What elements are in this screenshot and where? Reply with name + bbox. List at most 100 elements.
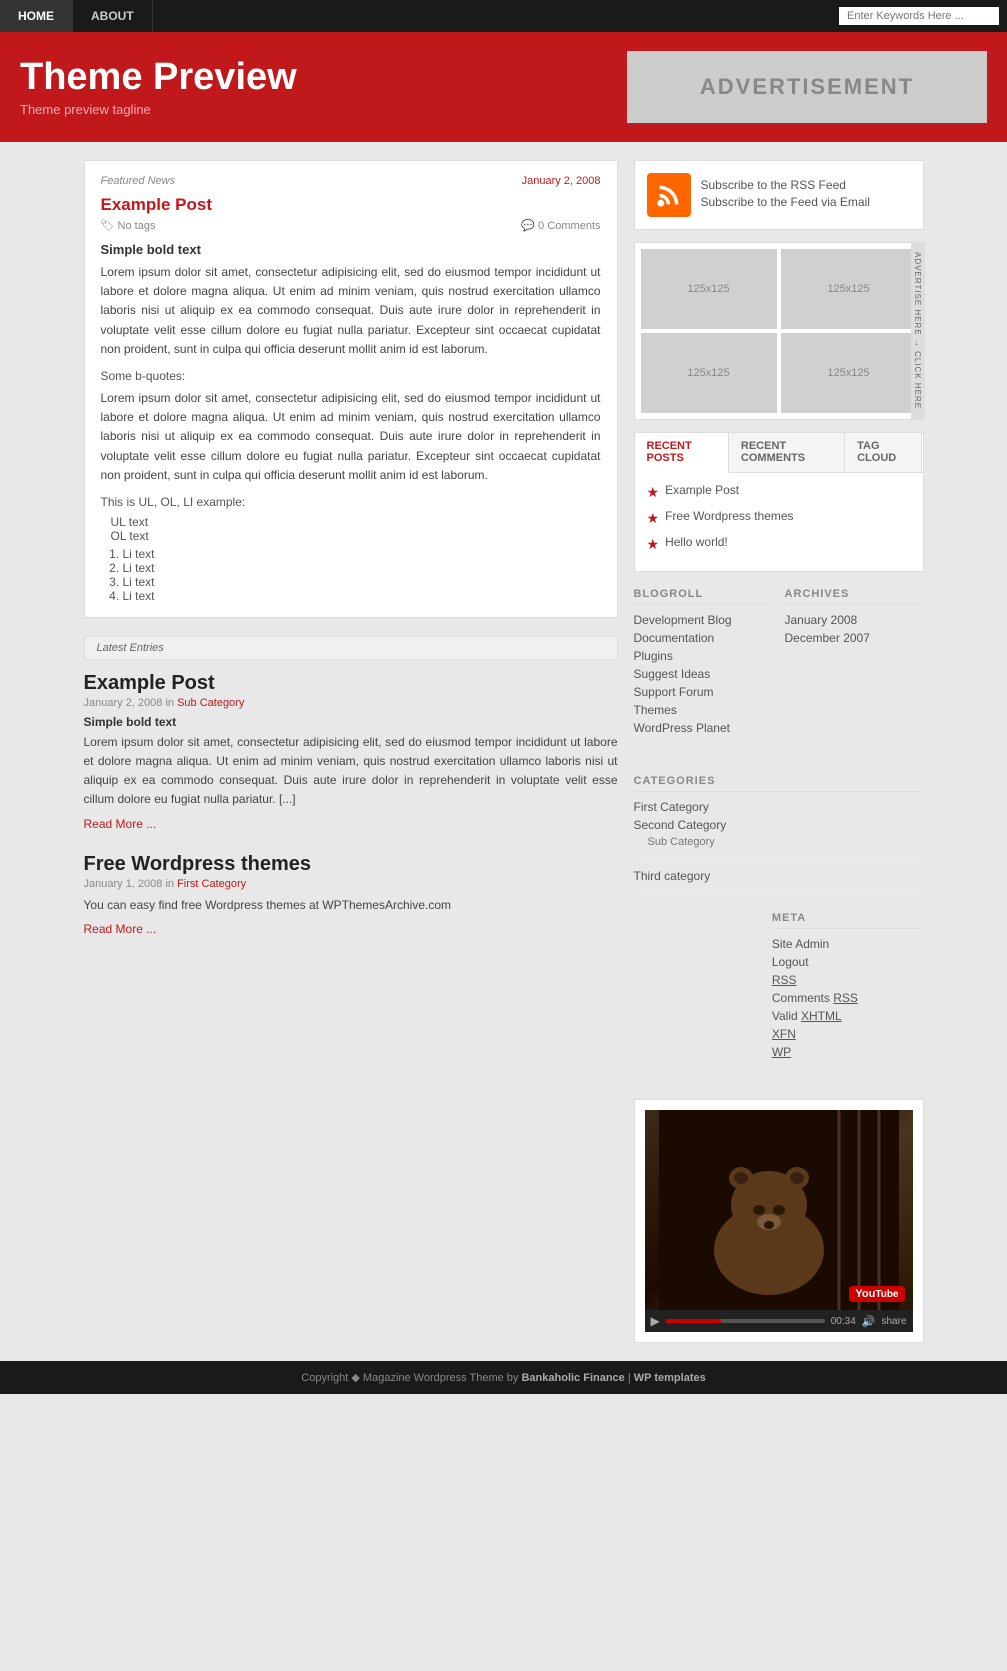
site-tagline: Theme preview tagline (20, 102, 297, 117)
advertise-label[interactable]: ADVERTISE HERE → CLICK HERE (911, 243, 925, 419)
meta-comments-rss[interactable]: Comments RSS (772, 991, 924, 1005)
sidebar: Subscribe to the RSS Feed Subscribe to t… (634, 160, 924, 1343)
blogroll-development[interactable]: Development Blog (634, 613, 773, 627)
post-1-read-more[interactable]: Read More ... (84, 817, 157, 831)
featured-date: January 2, 2008 (522, 175, 601, 187)
footer-brand-link[interactable]: Bankaholic Finance (521, 1372, 624, 1384)
blogroll-title: BLOGROLL (634, 588, 773, 605)
blogroll-suggest-ideas[interactable]: Suggest Ideas (634, 667, 773, 681)
categories-title: CATEGORIES (634, 775, 924, 792)
meta-valid-xhtml[interactable]: Valid XHTML (772, 1009, 924, 1023)
tab-recent-posts[interactable]: RECENT POSTS (635, 433, 729, 473)
blogroll-section: BLOGROLL Development Blog Documentation … (634, 588, 773, 739)
rss-widget: Subscribe to the RSS Feed Subscribe to t… (634, 160, 924, 230)
youtube-progress-bar[interactable] (666, 1319, 825, 1323)
nav-home[interactable]: HOME (0, 0, 73, 32)
list-label: This is UL, OL, LI example: (101, 495, 601, 509)
tab-content-recent-posts: ★ Example Post ★ Free Wordpress themes ★… (635, 473, 923, 571)
post-1-category[interactable]: Sub Category (177, 697, 244, 709)
star-icon-1: ★ (647, 484, 660, 501)
post-2-meta: January 1, 2008 in First Category (84, 878, 618, 890)
youtube-time: 00:34 (831, 1316, 856, 1327)
ad-slot-4[interactable]: 125x125 (781, 333, 917, 413)
tab-recent-comments[interactable]: RECENT COMMENTS (729, 433, 845, 472)
blogroll-support-forum[interactable]: Support Forum (634, 685, 773, 699)
list-item: Li text (123, 547, 601, 561)
featured-post-box: Featured News January 2, 2008 Example Po… (84, 160, 618, 618)
search-input[interactable] (839, 7, 999, 25)
recent-post-link-2[interactable]: Free Wordpress themes (665, 509, 794, 523)
post-entry-2: Free Wordpress themes January 1, 2008 in… (84, 853, 618, 936)
post-1-title[interactable]: Example Post (84, 672, 618, 695)
recent-post-link-3[interactable]: Hello world! (665, 535, 728, 549)
site-title: Theme Preview (20, 57, 297, 99)
main-content: Featured News January 2, 2008 Example Po… (84, 160, 618, 1343)
tag-icon: 🏷 (101, 220, 115, 232)
ul-list: UL text OL text (101, 515, 601, 543)
category-third[interactable]: Third category (634, 869, 924, 883)
bear-svg (645, 1110, 913, 1310)
meta-logout[interactable]: Logout (772, 955, 924, 969)
main-wrapper: Featured News January 2, 2008 Example Po… (84, 160, 924, 1343)
list-item: Li text (123, 561, 601, 575)
youtube-volume-icon[interactable]: 🔊 (862, 1315, 876, 1328)
rss-feed-link[interactable]: Subscribe to the RSS Feed (701, 178, 870, 192)
ad-slot-3[interactable]: 125x125 (641, 333, 777, 413)
footer-copyright: Copyright (301, 1372, 351, 1384)
meta-section-wrapper: META Site Admin Logout RSS Comments RSS … (634, 912, 924, 1081)
ad-grid: 125x125 125x125 125x125 125x125 ADVERTIS… (634, 242, 924, 420)
category-second[interactable]: Second Category (634, 818, 924, 832)
meta-rss[interactable]: RSS (772, 973, 924, 987)
tab-post-1: ★ Example Post (647, 483, 911, 501)
categories-section: CATEGORIES First Category Second Categor… (634, 775, 924, 894)
top-navigation: HOME ABOUT (0, 0, 1007, 32)
youtube-logo: YouTube (849, 1286, 904, 1302)
featured-post-title[interactable]: Example Post (101, 195, 601, 215)
youtube-share-button[interactable]: share (881, 1316, 906, 1327)
footer-wp-link[interactable]: WP templates (634, 1372, 706, 1384)
featured-tags: 🏷 No tags (101, 219, 156, 232)
meta-xfn[interactable]: XFN (772, 1027, 924, 1041)
featured-bold-text: Simple bold text (101, 242, 601, 257)
meta-section: META Site Admin Logout RSS Comments RSS … (772, 912, 924, 1063)
ad-slot-1[interactable]: 125x125 (641, 249, 777, 329)
star-icon-3: ★ (647, 536, 660, 553)
archives-section: ARCHIVES January 2008 December 2007 (785, 588, 924, 739)
post-2-category[interactable]: First Category (177, 878, 246, 890)
post-2-read-more[interactable]: Read More ... (84, 922, 157, 936)
category-first[interactable]: First Category (634, 800, 924, 814)
star-icon-2: ★ (647, 510, 660, 527)
list-item: UL text (111, 515, 601, 529)
blogroll-archives-row: BLOGROLL Development Blog Documentation … (634, 588, 924, 757)
nav-about[interactable]: ABOUT (73, 0, 153, 32)
blogroll-themes[interactable]: Themes (634, 703, 773, 717)
list-item: Li text (123, 589, 601, 603)
ad-grid-inner: 125x125 125x125 125x125 125x125 (641, 249, 917, 413)
youtube-controls: ▶ 00:34 🔊 share (645, 1310, 913, 1332)
list-item: Li text (123, 575, 601, 589)
rss-icon (647, 173, 691, 217)
site-branding: Theme Preview Theme preview tagline (20, 57, 297, 118)
blockquote-label: Some b-quotes: (101, 369, 601, 383)
category-sub[interactable]: Sub Category (634, 836, 924, 848)
post-entry-1: Example Post January 2, 2008 in Sub Cate… (84, 672, 618, 831)
search-box (831, 0, 1007, 32)
meta-site-admin[interactable]: Site Admin (772, 937, 924, 951)
blogroll-documentation[interactable]: Documentation (634, 631, 773, 645)
archive-jan-2008[interactable]: January 2008 (785, 613, 924, 627)
archive-dec-2007[interactable]: December 2007 (785, 631, 924, 645)
youtube-play-button[interactable]: ▶ (651, 1314, 660, 1328)
rss-email-link[interactable]: Subscribe to the Feed via Email (701, 195, 870, 209)
tabs-header: RECENT POSTS RECENT COMMENTS TAG CLOUD (635, 433, 923, 473)
post-2-title[interactable]: Free Wordpress themes (84, 853, 618, 876)
tab-tag-cloud[interactable]: TAG CLOUD (845, 433, 922, 472)
site-header: Theme Preview Theme preview tagline ADVE… (0, 32, 1007, 142)
recent-post-link-1[interactable]: Example Post (665, 483, 739, 497)
ad-slot-2[interactable]: 125x125 (781, 249, 917, 329)
blogroll-wordpress-planet[interactable]: WordPress Planet (634, 721, 773, 735)
post-2-body: You can easy find free Wordpress themes … (84, 896, 618, 915)
meta-wp[interactable]: WP (772, 1045, 924, 1059)
list-item: OL text (111, 529, 601, 543)
post-1-bold: Simple bold text (84, 715, 618, 729)
blogroll-plugins[interactable]: Plugins (634, 649, 773, 663)
